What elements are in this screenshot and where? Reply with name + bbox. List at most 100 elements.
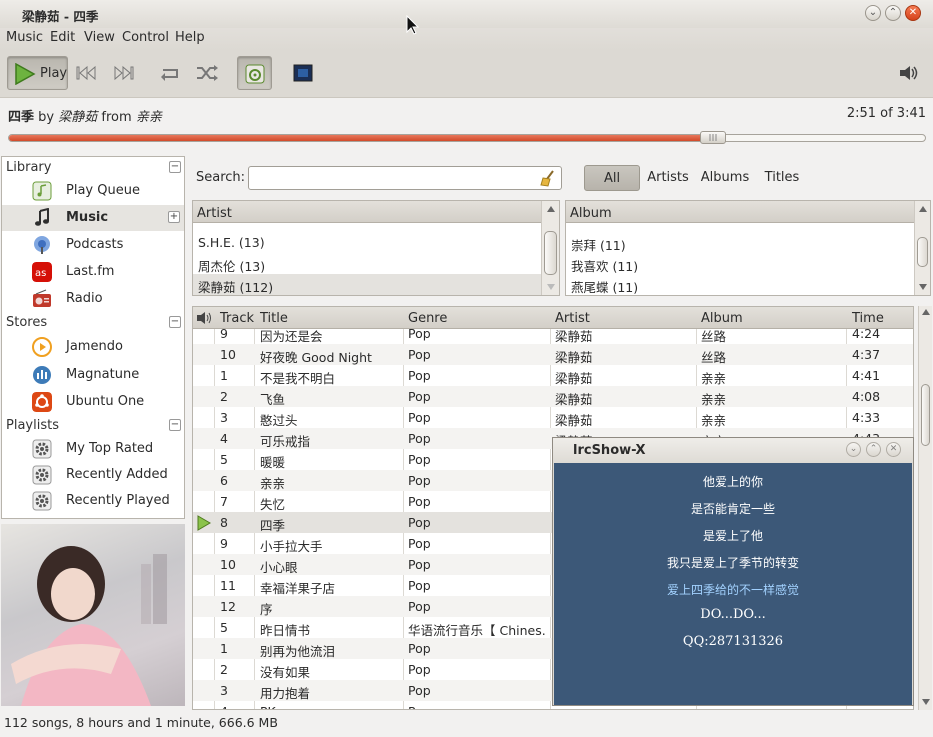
artist-scrollbar[interactable] [541, 201, 559, 295]
lyric-line: 我只是爱上了季节的转变 [666, 556, 799, 570]
visualization-toggle-button[interactable] [237, 56, 272, 90]
close-icon[interactable]: ✕ [905, 5, 921, 21]
menu-help[interactable]: Help [175, 30, 205, 45]
sidebar-item-magnatune[interactable]: Magnatune [2, 362, 184, 388]
album-scrollbar-thumb[interactable] [917, 237, 928, 267]
menu-control[interactable]: Control [122, 30, 169, 45]
album-row[interactable]: 我喜欢 (11) [566, 253, 930, 274]
repeat-icon [161, 69, 178, 81]
lastfm-icon: as [32, 262, 52, 282]
menu-view[interactable]: View [84, 30, 115, 45]
gear-playlist-icon [32, 465, 52, 485]
sidebar-item-radio[interactable]: Radio [2, 286, 184, 312]
filter-artists-button[interactable]: Artists [644, 165, 692, 191]
sidebar-item-label: Jamendo [66, 339, 123, 354]
cell-genre: Pop [408, 599, 431, 614]
cell-title: 飞鱼 [260, 392, 286, 407]
cell-genre: Pop [408, 452, 431, 467]
gear-playlist-icon [32, 491, 52, 511]
column-header-genre[interactable]: Genre [408, 311, 447, 326]
close-icon[interactable]: ✕ [886, 442, 901, 457]
cell-artist: 梁静茹 [555, 392, 593, 407]
cell-genre: Pop [408, 662, 431, 677]
collapse-playlists-icon[interactable]: − [169, 419, 181, 431]
scroll-up-icon[interactable] [921, 308, 931, 316]
scroll-down-icon[interactable] [546, 283, 556, 291]
cell-track: 3 [220, 683, 228, 698]
play-button[interactable]: Play [7, 56, 68, 90]
cell-title: 序 [260, 602, 273, 617]
desktop-lyrics-button[interactable] [290, 56, 316, 90]
filter-all-button[interactable]: All [584, 165, 640, 191]
music-note-icon [35, 208, 49, 226]
seek-bar-progress [9, 135, 714, 141]
artist-scrollbar-thumb[interactable] [544, 231, 557, 275]
playing-column-speaker-icon[interactable] [196, 310, 212, 326]
sidebar-item-jamendo[interactable]: Jamendo [2, 334, 184, 360]
window-titlebar[interactable]: 梁静茹 - 四季 ⌄ ⌃ ✕ [0, 0, 933, 28]
table-row[interactable]: 10 好夜晚 Good Night Pop 梁静茹 丝路 4:37 [193, 344, 913, 365]
album-scrollbar[interactable] [914, 201, 930, 295]
previous-button[interactable] [74, 56, 100, 90]
table-row[interactable]: 2 飞鱼 Pop 梁静茹 亲亲 4:08 [193, 386, 913, 407]
scroll-down-icon[interactable] [918, 283, 928, 291]
scroll-down-icon[interactable] [921, 698, 931, 706]
collapse-stores-icon[interactable]: − [169, 316, 181, 328]
column-header-artist[interactable]: Artist [555, 311, 590, 326]
menu-music[interactable]: Music [6, 30, 43, 45]
sidebar-item-recently-played[interactable]: Recently Played [2, 488, 184, 514]
table-row[interactable]: 3 憨过头 Pop 梁静茹 亲亲 4:33 [193, 407, 913, 428]
volume-button[interactable] [896, 56, 922, 90]
sidebar-item-ubuntu-one[interactable]: Ubuntu One [2, 389, 184, 415]
artist-row[interactable]: 周杰伦 (13) [193, 253, 559, 274]
album-row[interactable]: 崇拜 (11) [566, 232, 930, 253]
sidebar-item-lastfm[interactable]: as Last.fm [2, 259, 184, 285]
track-list-scrollbar-thumb[interactable] [921, 384, 930, 446]
cell-title: 亲亲 [260, 476, 286, 491]
table-row[interactable]: 1 不是我不明白 Pop 梁静茹 亲亲 4:41 [193, 365, 913, 386]
scroll-up-icon[interactable] [546, 205, 556, 213]
minimize-icon[interactable]: ⌄ [846, 442, 861, 457]
maximize-icon[interactable]: ⌃ [885, 5, 901, 21]
podcast-icon [34, 236, 50, 254]
menu-edit[interactable]: Edit [50, 30, 75, 45]
album-row[interactable]: 燕尾蝶 (11) [566, 274, 930, 295]
cell-genre: Pop [408, 431, 431, 446]
sidebar-item-music[interactable]: Music + [2, 205, 184, 231]
sidebar-item-recently-added[interactable]: Recently Added [2, 462, 184, 488]
status-bar: 112 songs, 8 hours and 1 minute, 666.6 M… [4, 715, 278, 730]
column-header-time[interactable]: Time [852, 311, 884, 326]
filter-titles-button[interactable]: Titles [760, 165, 804, 191]
sidebar-item-my-top-rated[interactable]: My Top Rated [2, 436, 184, 462]
collapse-library-icon[interactable]: − [169, 161, 181, 173]
add-icon[interactable]: + [168, 211, 180, 223]
maximize-icon[interactable]: ⌃ [866, 442, 881, 457]
scroll-up-icon[interactable] [918, 205, 928, 213]
artist-row-selected[interactable]: 梁静茹 (112) [193, 274, 559, 295]
cell-track: 9 [220, 536, 228, 551]
clear-broom-icon[interactable] [539, 169, 557, 187]
sidebar-item-podcasts[interactable]: Podcasts [2, 232, 184, 258]
sidebar-item-play-queue[interactable]: Play Queue [2, 178, 184, 204]
lyrics-window-titlebar[interactable]: lrcShow-X ⌄ ⌃ ✕ [553, 438, 913, 463]
cell-time: 4:41 [852, 368, 881, 383]
artist-column-header[interactable]: Artist [193, 201, 559, 223]
track-list-scrollbar[interactable] [918, 306, 932, 710]
artist-row-label: S.H.E. (13) [198, 235, 265, 250]
column-header-album[interactable]: Album [701, 311, 743, 326]
album-column-header[interactable]: Album [566, 201, 930, 223]
search-input[interactable] [248, 166, 562, 190]
seek-bar-handle[interactable] [700, 131, 726, 144]
next-button[interactable] [110, 56, 136, 90]
shuffle-button[interactable] [194, 56, 220, 90]
minimize-icon[interactable]: ⌄ [865, 5, 881, 21]
lyrics-window[interactable]: lrcShow-X ⌄ ⌃ ✕ 他爱上的你 是否能肯定一些 是爱上了他 我只是爱… [552, 437, 914, 706]
cell-genre: 华语流行音乐【 Chines... [408, 623, 546, 638]
repeat-button[interactable] [158, 56, 184, 90]
filter-albums-button[interactable]: Albums [700, 165, 750, 191]
filter-all-label: All [603, 171, 621, 186]
column-header-track[interactable]: Track [220, 311, 254, 326]
search-label: Search: [196, 170, 246, 185]
artist-row[interactable]: S.H.E. (13) [193, 232, 559, 253]
column-header-title[interactable]: Title [260, 311, 288, 326]
